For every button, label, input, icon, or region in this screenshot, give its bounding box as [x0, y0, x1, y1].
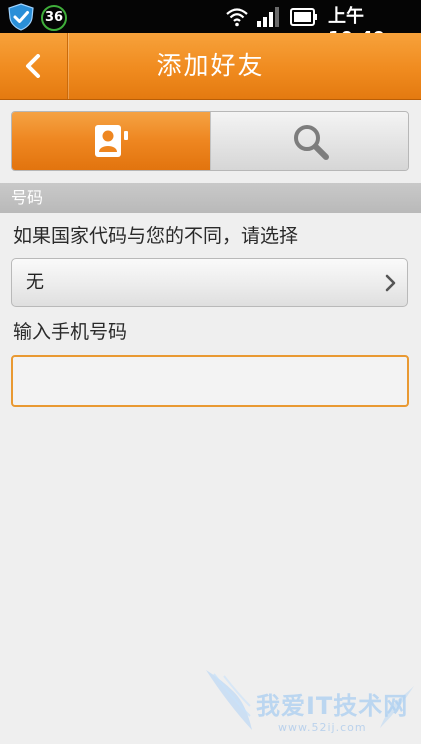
- section-header: 号码: [0, 183, 421, 213]
- phone-number-label: 输入手机号码: [13, 321, 128, 343]
- watermark: 我爱IT技术网 www.52ij.com: [204, 664, 421, 744]
- country-code-label: 如果国家代码与您的不同，请选择: [13, 225, 299, 247]
- back-button[interactable]: [0, 33, 68, 99]
- notification-badge: 36: [41, 5, 67, 31]
- country-code-value: 无: [26, 272, 44, 293]
- search-icon: [294, 125, 329, 160]
- chevron-right-icon: [385, 274, 396, 292]
- signal-icon: [257, 7, 279, 27]
- tab-contacts[interactable]: [12, 112, 210, 170]
- app-header: 添加好友: [0, 33, 421, 100]
- watermark-text: 我爱IT技术网: [256, 692, 409, 720]
- tab-search[interactable]: [210, 112, 408, 170]
- phone-number-input[interactable]: [11, 355, 409, 407]
- chevron-left-icon: [26, 54, 40, 78]
- status-bar: 36 上午10:49: [0, 0, 421, 49]
- segmented-tabs: [11, 111, 409, 171]
- page-title: 添加好友: [156, 51, 265, 80]
- country-code-select[interactable]: 无: [11, 258, 408, 307]
- wifi-icon: [226, 8, 248, 27]
- battery-icon: [290, 8, 317, 26]
- shield-icon: [8, 3, 34, 31]
- watermark-url: www.52ij.com: [278, 721, 367, 734]
- contact-card-icon: [95, 125, 128, 157]
